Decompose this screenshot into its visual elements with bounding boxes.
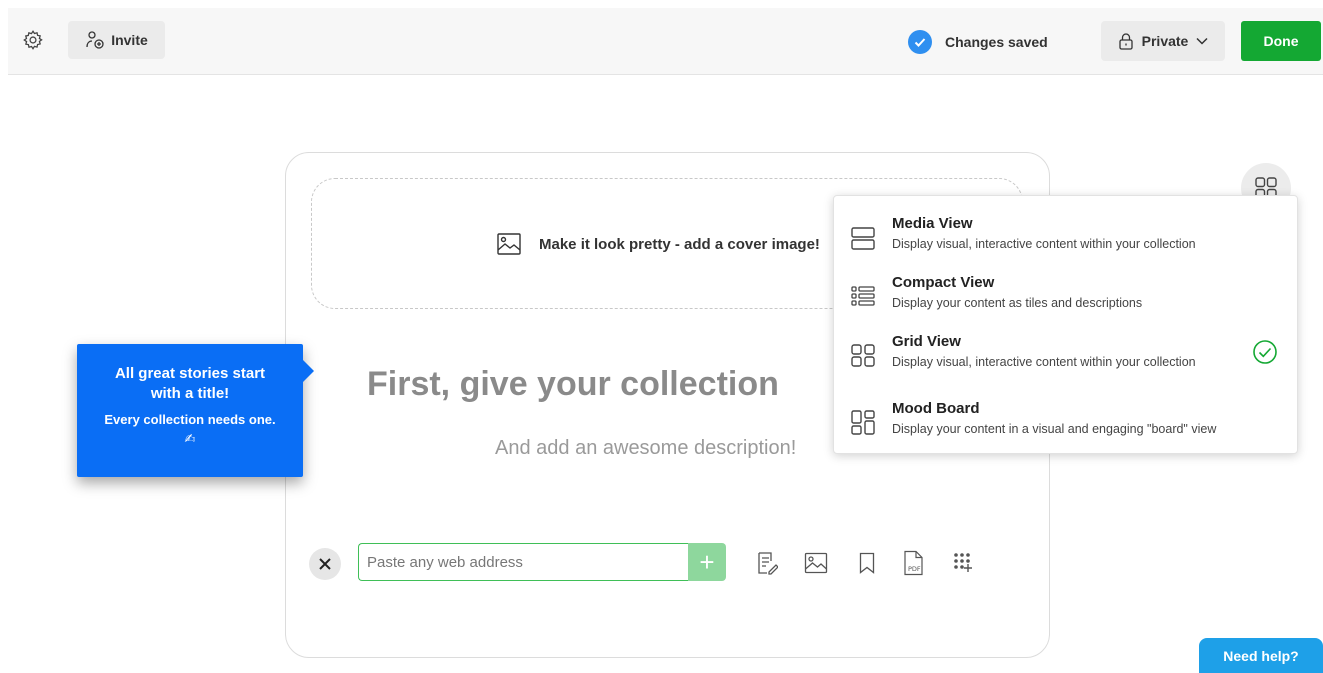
compact-view-icon [851,286,875,306]
web-address-input[interactable] [358,543,689,581]
chevron-down-icon [1196,37,1208,45]
grid-view-description: Display visual, interactive content with… [892,355,1196,369]
more-content-types-icon[interactable] [951,549,977,577]
menu-item-compact-view[interactable]: Compact View Display your content as til… [834,272,1299,324]
add-url-button[interactable]: + [688,543,726,581]
mood-board-title: Mood Board [892,400,980,417]
done-button[interactable]: Done [1241,21,1321,61]
selected-check-icon [1253,340,1277,364]
cover-image-label: Make it look pretty - add a cover image! [539,235,820,253]
add-user-icon [86,31,104,49]
saved-label: Changes saved [945,34,1048,50]
privacy-dropdown[interactable]: Private [1101,21,1225,61]
plus-icon: + [699,547,715,577]
cover-image-prompt[interactable]: Make it look pretty - add a cover image! [496,232,820,256]
done-label: Done [1263,33,1299,49]
view-options-menu: Media View Display visual, interactive c… [833,195,1298,454]
need-help-label: Need help? [1223,647,1299,664]
privacy-label: Private [1141,33,1189,49]
menu-item-media-view[interactable]: Media View Display visual, interactive c… [834,213,1299,265]
close-icon[interactable] [309,548,341,580]
settings-gear-icon[interactable] [18,25,48,55]
bookmark-icon[interactable] [854,549,880,577]
mood-board-description: Display your content in a visual and eng… [892,422,1217,436]
media-view-description: Display visual, interactive content with… [892,237,1196,251]
image-icon [497,233,521,255]
invite-label: Invite [111,32,148,48]
compact-view-title: Compact View [892,274,995,291]
add-text-icon[interactable] [754,549,780,577]
invite-button[interactable]: Invite [68,21,165,59]
top-toolbar: Invite Changes saved Private Done [8,8,1323,75]
grid-view-icon [851,344,875,367]
tooltip-title: All great stories start with a title! [114,365,266,402]
collection-title-input[interactable]: First, give your collection [367,365,779,404]
svg-text:PDF: PDF [908,565,921,573]
add-image-icon[interactable] [803,549,829,577]
media-view-title: Media View [892,215,973,232]
menu-item-grid-view[interactable]: Grid View Display visual, interactive co… [834,331,1299,383]
save-status: Changes saved [908,30,1048,54]
saved-check-icon [908,30,932,54]
need-help-button[interactable]: Need help? [1199,638,1323,673]
lock-icon [1118,33,1133,50]
collection-description-input[interactable]: And add an awesome description! [495,437,796,460]
mood-board-icon [851,410,875,435]
media-view-icon [851,227,875,250]
tooltip-subtitle: Every collection needs one. ✍ [104,412,276,446]
grid-view-title: Grid View [892,333,961,350]
compact-view-description: Display your content as tiles and descri… [892,296,1143,310]
title-hint-tooltip: All great stories start with a title! Ev… [77,344,314,477]
pdf-icon[interactable]: PDF [901,549,927,577]
menu-item-mood-board[interactable]: Mood Board Display your content in a vis… [834,398,1299,450]
